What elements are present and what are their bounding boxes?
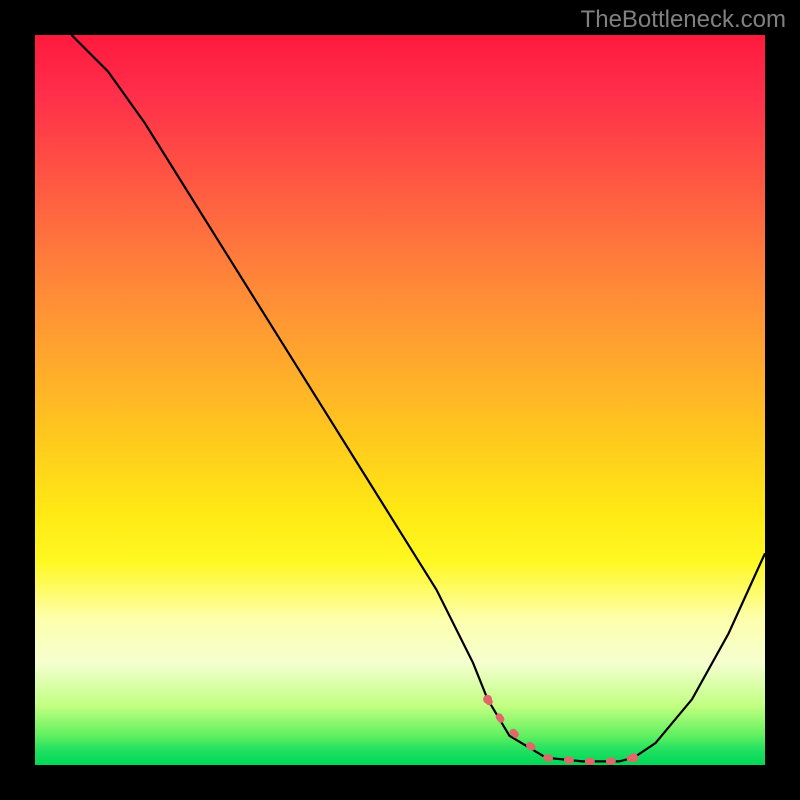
- chart-svg: [35, 35, 765, 765]
- watermark-text: TheBottleneck.com: [581, 6, 786, 34]
- highlight-path: [488, 699, 634, 761]
- highlight-dot: [483, 695, 492, 704]
- main-curve: [72, 35, 766, 761]
- highlight-dot: [629, 753, 638, 762]
- plot-area: [35, 35, 765, 765]
